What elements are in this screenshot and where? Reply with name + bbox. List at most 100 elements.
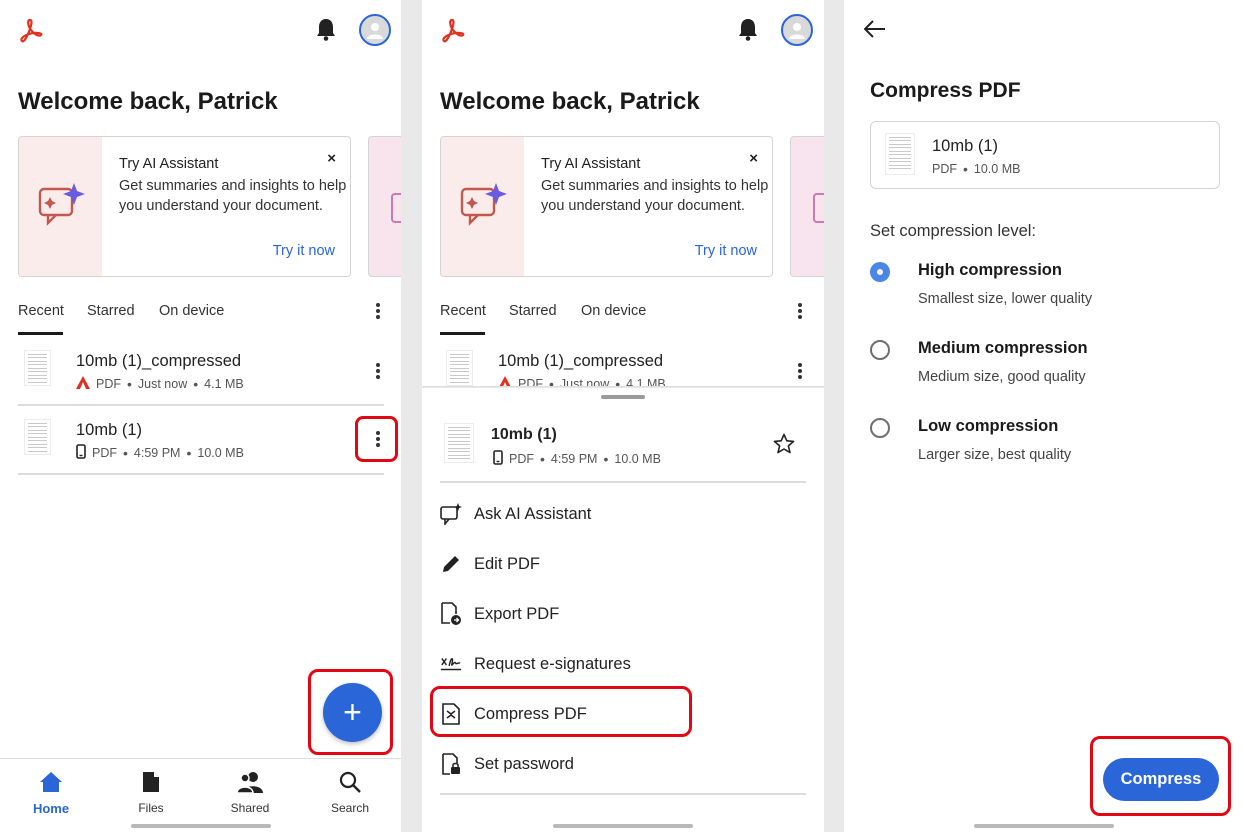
tab-starred[interactable]: Starred (87, 303, 135, 319)
device-phone-icon (76, 444, 86, 462)
device-phone-icon (493, 450, 503, 468)
promo-title: Try AI Assistant (119, 156, 219, 172)
row-divider (18, 473, 384, 475)
sheet-divider (440, 793, 806, 795)
shared-people-icon (210, 769, 290, 795)
file-thumbnail (446, 350, 473, 386)
ai-assistant-icon (38, 181, 86, 236)
ai-assistant-promo-card[interactable]: Try AI Assistant Get summaries and insig… (18, 136, 351, 277)
compression-level-label: Set compression level: (870, 222, 1036, 240)
acrobat-logo-icon[interactable] (18, 17, 44, 43)
sheet-file-name: 10mb (1) (491, 426, 557, 443)
menu-set-password[interactable]: Set password (440, 753, 574, 775)
tab-on-device[interactable]: On device (159, 303, 224, 319)
page-title: Compress PDF (870, 79, 1021, 102)
home-indicator (131, 824, 271, 828)
acrobat-pdf-icon (76, 376, 90, 392)
file-thumbnail (885, 133, 915, 175)
menu-export-pdf[interactable]: Export PDF (440, 602, 559, 625)
active-tab-indicator (18, 332, 63, 335)
file-more-icon[interactable] (373, 361, 383, 381)
highlight-box (430, 686, 692, 737)
selected-file-card: 10mb (1) PDF • 10.0 MB (870, 121, 1220, 189)
sheet-divider (440, 481, 806, 483)
file-name[interactable]: 10mb (1)_compressed (76, 352, 241, 371)
option-title[interactable]: High compression (918, 261, 1062, 280)
close-icon[interactable]: × (749, 150, 758, 167)
nav-shared[interactable]: Shared (210, 769, 290, 815)
star-icon[interactable] (773, 433, 795, 455)
tab-recent[interactable]: Recent (440, 303, 486, 319)
home-indicator (974, 824, 1114, 828)
export-pdf-icon (440, 602, 462, 625)
file-thumbnail (444, 423, 474, 463)
tabs-more-icon[interactable] (795, 301, 805, 321)
notification-bell-icon[interactable] (737, 17, 759, 41)
file-meta: PDF • Just now • 4.1 MB (76, 376, 244, 392)
profile-avatar[interactable] (781, 14, 813, 46)
row-divider (18, 404, 384, 406)
menu-request-e-signatures[interactable]: Request e-signatures (440, 653, 631, 675)
try-it-now-link[interactable]: Try it now (695, 243, 757, 259)
home-screen: Welcome back, Patrick Try AI Assistant G… (0, 0, 401, 832)
option-subtitle: Smallest size, lower quality (918, 291, 1093, 307)
radio-low-compression[interactable] (870, 418, 890, 438)
highlight-box (355, 416, 398, 462)
file-thumbnail (24, 419, 51, 455)
screen-separator (824, 0, 844, 832)
file-name: 10mb (1) (932, 137, 999, 155)
highlight-box (1090, 736, 1231, 816)
home-indicator (553, 824, 693, 828)
radio-medium-compression[interactable] (870, 340, 890, 360)
tab-starred[interactable]: Starred (509, 303, 557, 319)
file-meta: PDF • 4:59 PM • 10.0 MB (76, 444, 244, 462)
close-icon[interactable]: × (327, 150, 336, 167)
profile-avatar[interactable] (359, 14, 391, 46)
lock-pdf-icon (440, 753, 462, 775)
ai-assistant-promo-card[interactable]: Try AI Assistant Get summaries and insig… (440, 136, 773, 277)
welcome-heading: Welcome back, Patrick (440, 88, 700, 115)
back-arrow-icon[interactable] (864, 20, 886, 38)
promo-body: Get summaries and insights to help you u… (119, 178, 347, 214)
try-it-now-link[interactable]: Try it now (273, 243, 335, 259)
file-more-icon[interactable] (795, 361, 805, 381)
tab-on-device[interactable]: On device (581, 303, 646, 319)
compress-pdf-screen: Compress PDF 10mb (1) PDF • 10.0 MB Set co… (844, 0, 1244, 832)
highlight-box (308, 669, 393, 755)
tabs-more-icon[interactable] (373, 301, 383, 321)
home-icon (11, 769, 91, 795)
pencil-icon (440, 553, 462, 575)
radio-high-compression[interactable] (870, 262, 890, 282)
file-meta: PDF • 10.0 MB (932, 161, 1021, 177)
promo-body: Get summaries and insights to help you u… (541, 178, 769, 214)
files-icon (111, 769, 191, 795)
option-subtitle: Medium size, good quality (918, 369, 1086, 385)
promo-title: Try AI Assistant (541, 156, 641, 172)
sheet-file-meta: PDF • 4:59 PM • 10.0 MB (493, 450, 661, 468)
tab-recent[interactable]: Recent (18, 303, 64, 319)
screen-separator (401, 0, 422, 832)
ai-chat-icon (440, 503, 462, 525)
file-thumbnail (24, 350, 51, 386)
next-promo-card[interactable] (790, 136, 824, 277)
option-subtitle: Larger size, best quality (918, 447, 1072, 463)
welcome-heading: Welcome back, Patrick (18, 88, 278, 115)
acrobat-logo-icon[interactable] (440, 17, 466, 43)
option-title[interactable]: Medium compression (918, 339, 1088, 358)
next-promo-card[interactable] (368, 136, 401, 277)
file-actions-screen: Welcome back, Patrick Try AI Assistant G… (422, 0, 824, 832)
notification-bell-icon[interactable] (315, 17, 337, 41)
menu-edit-pdf[interactable]: Edit PDF (440, 553, 540, 575)
bottom-navigation: Home Files Shared Search (0, 758, 401, 832)
active-tab-indicator (440, 332, 485, 335)
nav-home[interactable]: Home (11, 769, 91, 816)
option-title[interactable]: Low compression (918, 417, 1058, 436)
nav-files[interactable]: Files (111, 769, 191, 815)
file-name[interactable]: 10mb (1)_compressed (498, 352, 663, 371)
sheet-drag-handle[interactable] (601, 395, 645, 399)
ai-assistant-icon (460, 181, 508, 236)
nav-search[interactable]: Search (310, 769, 390, 815)
menu-ask-ai-assistant[interactable]: Ask AI Assistant (440, 503, 591, 525)
signature-icon (440, 653, 462, 675)
file-name[interactable]: 10mb (1) (76, 421, 142, 440)
